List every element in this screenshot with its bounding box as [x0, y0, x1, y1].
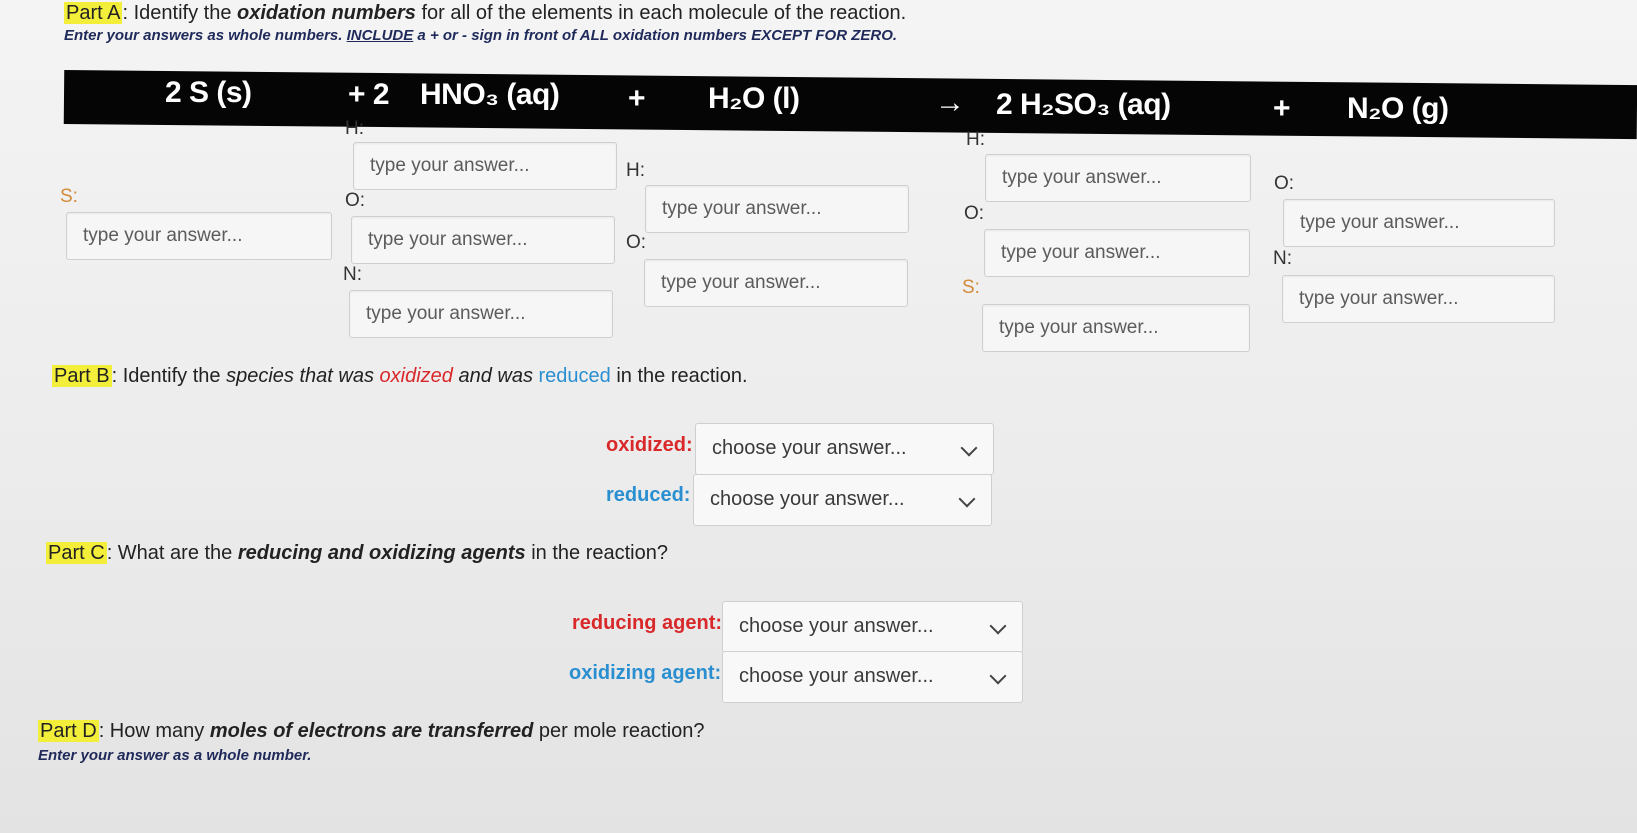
s-label: S:	[60, 186, 78, 207]
part-a-prompt: Part A: Identify the oxidation numbers f…	[64, 2, 907, 24]
hno3-n-label: N:	[343, 264, 362, 285]
chevron-down-icon	[960, 439, 978, 457]
reducing-agent-label: reducing agent:	[572, 612, 723, 634]
h2o-o-label: O:	[626, 232, 647, 253]
hno3-o-input[interactable]: type your answer...	[351, 216, 615, 264]
reduced-label: reduced:	[606, 484, 691, 506]
n2o-o-input[interactable]: type your answer...	[1283, 199, 1555, 247]
reducing-agent-select-value: choose your answer...	[739, 615, 934, 637]
n2o-n-label: N:	[1273, 248, 1292, 269]
h2so3-o-label: O:	[964, 203, 985, 224]
h2o-h-input[interactable]: type your answer...	[645, 185, 909, 233]
oxidizing-agent-label: oxidizing agent:	[569, 662, 722, 684]
part-b-tag: Part B	[52, 365, 112, 387]
oxidized-select[interactable]: choose your answer...	[695, 423, 994, 475]
h2so3-o-input[interactable]: type your answer...	[984, 229, 1250, 277]
part-a-tag: Part A	[64, 2, 123, 24]
h2so3-h-input[interactable]: type your answer...	[985, 154, 1251, 202]
s-oxidation-input[interactable]: type your answer...	[66, 212, 332, 260]
eq-coef-2: + 2	[348, 78, 390, 111]
part-b-prompt: Part B: Identify the species that was ox…	[52, 365, 748, 387]
hno3-o-label: O:	[345, 190, 366, 211]
h2so3-s-input[interactable]: type your answer...	[982, 304, 1250, 352]
oxidized-select-value: choose your answer...	[712, 437, 907, 459]
chevron-down-icon	[989, 667, 1007, 685]
oxidizing-agent-select-value: choose your answer...	[739, 665, 934, 687]
include-link: INCLUDE	[346, 27, 414, 44]
oxidizing-agent-select[interactable]: choose your answer...	[722, 651, 1023, 703]
eq-hno3: HNO₃ (aq)	[420, 78, 560, 111]
eq-plus-1: +	[628, 82, 646, 115]
eq-sulfur: 2 S (s)	[165, 76, 252, 109]
eq-h2o: H₂O (l)	[708, 82, 800, 115]
chevron-down-icon	[958, 490, 976, 508]
reducing-agent-select[interactable]: choose your answer...	[722, 601, 1023, 653]
part-d-prompt: Part D: How many moles of electrons are …	[38, 720, 705, 742]
reduced-select-value: choose your answer...	[710, 488, 905, 510]
hno3-h-input[interactable]: type your answer...	[353, 142, 617, 190]
n2o-o-label: O:	[1274, 173, 1295, 194]
eq-n2o: N₂O (g)	[1347, 92, 1449, 125]
part-d-tag: Part D	[38, 720, 99, 742]
part-c-tag: Part C	[46, 542, 107, 564]
oxidized-label: oxidized:	[606, 434, 693, 456]
h2o-o-input[interactable]: type your answer...	[644, 259, 908, 307]
h2so3-s-label: S:	[962, 277, 980, 298]
eq-plus-2: +	[1273, 92, 1291, 125]
reduced-select[interactable]: choose your answer...	[693, 474, 992, 526]
part-c-prompt: Part C: What are the reducing and oxidiz…	[46, 542, 668, 564]
hno3-h-label: H:	[345, 118, 364, 139]
h2so3-h-label: H:	[966, 129, 985, 150]
eq-h2so3: 2 H₂SO₃ (aq)	[996, 88, 1171, 121]
n2o-n-input[interactable]: type your answer...	[1282, 275, 1555, 323]
eq-arrow: →	[935, 86, 965, 119]
chevron-down-icon	[989, 617, 1007, 635]
part-a-instructions: Enter your answers as whole numbers. INC…	[64, 27, 898, 44]
part-d-instructions: Enter your answer as a whole number.	[38, 747, 312, 764]
h2o-h-label: H:	[626, 160, 645, 181]
hno3-n-input[interactable]: type your answer...	[349, 290, 613, 338]
